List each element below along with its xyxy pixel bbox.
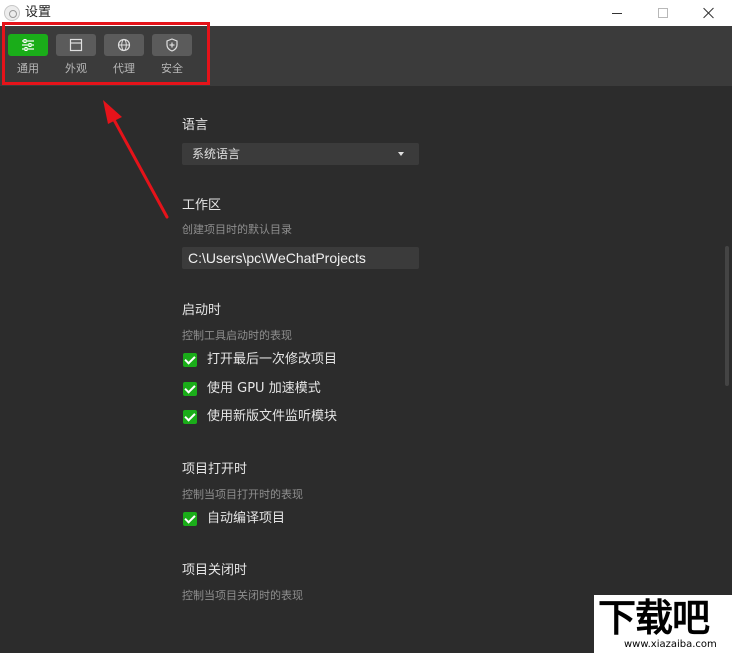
- tab-appearance-label: 外观: [65, 62, 87, 75]
- watermark-logo: 下载吧 www.xiazaiba.com: [594, 595, 732, 653]
- workspace-desc: 创建项目时的默认目录: [182, 223, 292, 236]
- language-title: 语言: [182, 118, 209, 133]
- window-layout-icon: [69, 38, 83, 52]
- settings-list-icon: [22, 39, 34, 51]
- maximize-icon: [658, 8, 668, 18]
- project-close-title: 项目关闭时: [182, 563, 248, 578]
- checkbox-checked-icon[interactable]: [183, 410, 197, 424]
- startup-desc: 控制工具启动时的表现: [182, 329, 292, 342]
- tab-security-label: 安全: [161, 62, 183, 75]
- project-open-option-label: 自动编译项目: [207, 511, 286, 526]
- project-close-desc: 控制当项目关闭时的表现: [182, 589, 303, 602]
- window-title: 设置: [25, 5, 52, 20]
- watermark-text: 下载吧: [598, 596, 710, 640]
- tab-security[interactable]: 安全: [152, 34, 194, 82]
- checkbox-checked-icon[interactable]: [183, 353, 197, 367]
- language-select-value: 系统语言: [192, 147, 241, 161]
- language-select[interactable]: 系统语言: [182, 143, 419, 165]
- watermark-url: www.xiazaiba.com: [624, 639, 717, 650]
- close-icon: [703, 7, 715, 19]
- minimize-button[interactable]: [594, 0, 640, 26]
- tab-general-label: 通用: [17, 62, 39, 75]
- tab-appearance[interactable]: 外观: [56, 34, 98, 82]
- tab-security-button[interactable]: [152, 34, 192, 56]
- checkbox-checked-icon[interactable]: [183, 382, 197, 396]
- caret-down-icon: [398, 152, 404, 156]
- tab-proxy-button[interactable]: [104, 34, 144, 56]
- minimize-icon: [612, 13, 622, 14]
- tab-general[interactable]: 通用: [8, 34, 50, 82]
- tab-proxy[interactable]: 代理: [104, 34, 146, 82]
- shield-icon: [166, 38, 178, 52]
- maximize-button[interactable]: [640, 0, 686, 26]
- project-open-title: 项目打开时: [182, 462, 248, 477]
- startup-option-label: 使用新版文件监听模块: [207, 409, 338, 424]
- startup-title: 启动时: [182, 303, 222, 318]
- tab-appearance-button[interactable]: [56, 34, 96, 56]
- title-bar: 设置: [0, 0, 732, 26]
- tab-general-button[interactable]: [8, 34, 48, 56]
- checkbox-checked-icon[interactable]: [183, 512, 197, 526]
- tab-proxy-label: 代理: [113, 62, 135, 75]
- app-icon: [4, 5, 20, 21]
- scrollbar[interactable]: [725, 246, 729, 386]
- project-open-desc: 控制当项目打开时的表现: [182, 488, 303, 501]
- workspace-path-input[interactable]: [182, 247, 419, 269]
- startup-option-label: 打开最后一次修改项目: [207, 352, 338, 367]
- settings-toolbar: 通用 外观 代理 安全: [0, 26, 732, 86]
- workspace-title: 工作区: [182, 198, 222, 213]
- startup-option-label: 使用 GPU 加速模式: [207, 381, 321, 396]
- globe-icon: [117, 38, 131, 52]
- settings-content: 语言 系统语言 工作区 创建项目时的默认目录 启动时 控制工具启动时的表现 打开…: [0, 86, 732, 653]
- close-button[interactable]: [686, 0, 732, 26]
